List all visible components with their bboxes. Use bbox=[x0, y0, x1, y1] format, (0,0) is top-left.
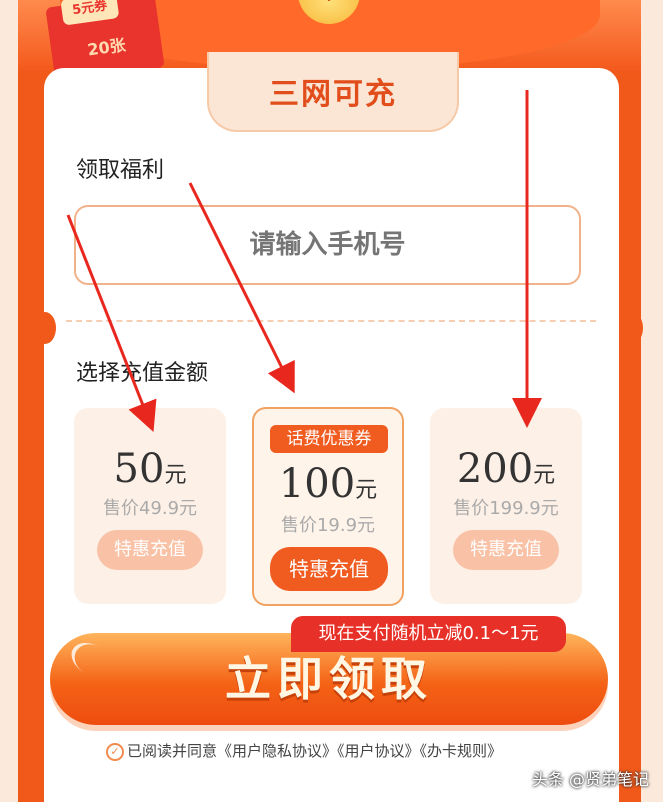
arrow-annotation bbox=[66, 214, 157, 432]
arrow-annotation bbox=[188, 182, 295, 394]
watermark: 头条 @贤弟笔记 bbox=[531, 770, 649, 789]
page-frame: 5元券 20张 ¥ 三网可充 领取福利 选择充值金额 50元 售价49.9元 特… bbox=[0, 0, 663, 802]
annotation-arrows bbox=[66, 90, 542, 432]
